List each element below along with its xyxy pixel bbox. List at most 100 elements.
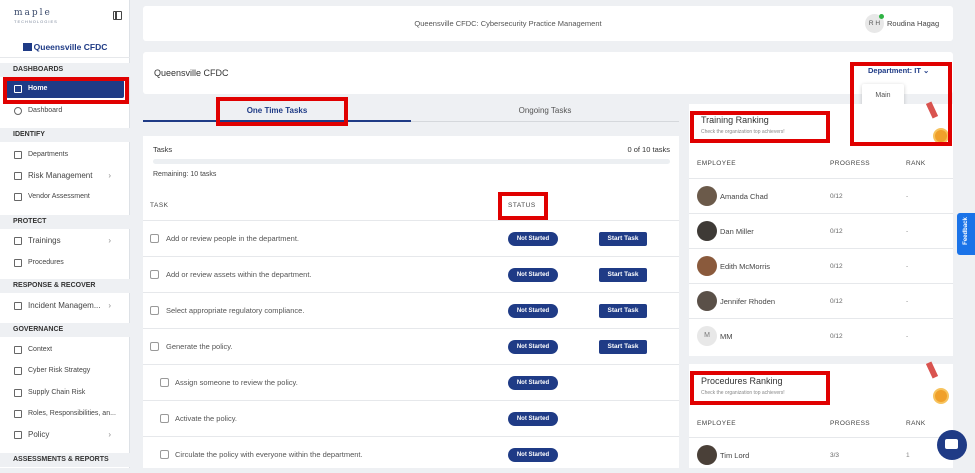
employee-progress: 0/12 [830, 228, 843, 235]
procedures-ranking-title: Procedures Ranking [701, 376, 783, 386]
start-task-button[interactable]: Start Task [599, 340, 647, 354]
sidebar-item-risk-management[interactable]: Risk Management › [0, 166, 130, 186]
list-item: M MM 0/12 - [689, 318, 953, 353]
training-ranking-title: Training Ranking [701, 115, 769, 125]
trainings-icon [14, 237, 22, 245]
tasks-count: 0 of 10 tasks [627, 145, 670, 154]
sidebar-item-label: Trainings [28, 236, 61, 245]
sidebar-item-procedures[interactable]: Procedures [0, 253, 130, 273]
top-bar: Queensville CFDC: Cybersecurity Practice… [143, 6, 953, 41]
context-icon [14, 346, 22, 354]
task-checkbox[interactable] [160, 414, 169, 423]
avatar [697, 186, 717, 206]
procedures-icon [14, 259, 22, 267]
logo: maple [14, 8, 52, 18]
sidebar-item-supply-chain-risk[interactable]: Supply Chain Risk [0, 383, 130, 403]
status-badge: Not Started [508, 304, 558, 318]
column-header-employee: EMPLOYEE [697, 160, 736, 167]
home-icon [14, 85, 22, 93]
list-item: Amanda Chad 0/12 - [689, 178, 953, 213]
sidebar-item-incident-management[interactable]: Incident Managem... › [0, 296, 130, 316]
sidebar-item-context[interactable]: Context [0, 340, 130, 360]
sidebar-item-policy[interactable]: Policy › [0, 425, 130, 445]
page-header: Queensville CFDC [143, 52, 953, 94]
column-header-employee: EMPLOYEE [697, 420, 736, 427]
task-checkbox[interactable] [160, 378, 169, 387]
sidebar-item-roles[interactable]: Roles, Responsibilities, an... [0, 404, 130, 424]
department-selector[interactable]: Department: IT ⌄ [868, 66, 929, 75]
org-name: Queensville CFDC [33, 42, 108, 52]
tasks-remaining: Remaining: 10 tasks [153, 171, 217, 178]
table-row: Add or review assets within the departme… [143, 256, 679, 292]
employee-rank: - [906, 333, 909, 340]
section-governance: GOVERNANCE [0, 323, 130, 337]
chevron-right-icon: › [108, 430, 111, 439]
sidebar-item-label: Dashboard [28, 107, 63, 114]
sidebar-item-trainings[interactable]: Trainings › [0, 231, 130, 251]
page-title: Queensville CFDC [154, 68, 229, 78]
risk-icon [14, 172, 22, 180]
status-badge: Not Started [508, 232, 558, 246]
sidebar-item-label: Supply Chain Risk [28, 389, 86, 396]
start-task-button[interactable]: Start Task [599, 304, 647, 318]
collapse-sidebar-icon[interactable] [113, 11, 122, 20]
task-checkbox[interactable] [150, 342, 159, 351]
start-task-button[interactable]: Start Task [599, 268, 647, 282]
tab-one-time-tasks[interactable]: One Time Tasks [143, 100, 411, 122]
sidebar-item-label: Departments [28, 151, 69, 158]
tasks-card: Tasks 0 of 10 tasks Remaining: 10 tasks … [143, 136, 679, 468]
org-selector[interactable]: Queensville CFDC [0, 36, 130, 58]
user-name[interactable]: Roudina Hagag [887, 6, 939, 41]
app-title: Queensville CFDC: Cybersecurity Practice… [414, 19, 602, 28]
employee-rank: - [906, 193, 909, 200]
logo-subtitle: TECHNOLOGIES [14, 19, 58, 24]
building-icon [22, 43, 32, 51]
table-row: Activate the policy. Not Started [143, 400, 679, 436]
section-response-recover: RESPONSE & RECOVER [0, 279, 130, 293]
tab-ongoing-tasks[interactable]: Ongoing Tasks [411, 100, 679, 122]
table-row: Circulate the policy with everyone withi… [143, 436, 679, 472]
column-header-rank: RANK [906, 160, 926, 167]
table-row: Select appropriate regulatory compliance… [143, 292, 679, 328]
sidebar-item-label: Incident Managem... [28, 301, 101, 310]
sidebar-item-dashboard[interactable]: Dashboard [0, 101, 130, 121]
chat-icon[interactable] [937, 430, 967, 460]
roles-icon [14, 410, 22, 418]
chevron-right-icon: › [108, 171, 111, 180]
section-dashboards: DASHBOARDS [0, 63, 130, 77]
task-checkbox[interactable] [150, 306, 159, 315]
sidebar-item-home[interactable]: Home [6, 80, 124, 98]
department-label: Department: IT [868, 66, 921, 75]
feedback-tab[interactable]: Feedback [957, 213, 975, 255]
task-checkbox[interactable] [150, 234, 159, 243]
sidebar-item-label: Vendor Assessment [28, 193, 90, 200]
sidebar-item-departments[interactable]: Departments [0, 145, 130, 165]
avatar[interactable]: R H [865, 14, 884, 33]
task-text: Add or review people in the department. [166, 234, 299, 243]
training-ranking-subtitle: Check the organization top achievers! [701, 129, 785, 135]
sidebar-item-label: Cyber Risk Strategy [28, 367, 91, 374]
chevron-down-icon: ⌄ [923, 66, 930, 75]
sidebar-item-vendor-assessment[interactable]: Vendor Assessment [0, 187, 130, 207]
status-badge: Not Started [508, 448, 558, 462]
sidebar-item-cyber-risk-strategy[interactable]: Cyber Risk Strategy [0, 361, 130, 381]
sidebar-item-label: Roles, Responsibilities, an... [28, 410, 116, 417]
table-row: Assign someone to review the policy. Not… [143, 364, 679, 400]
sidebar-item-label: Home [28, 85, 48, 92]
status-badge: Not Started [508, 268, 558, 282]
section-assessments-reports: ASSESSMENTS & REPORTS [0, 453, 130, 467]
list-item: Dan Miller 0/12 - [689, 213, 953, 248]
task-text: Select appropriate regulatory compliance… [166, 306, 305, 315]
task-text: Add or review assets within the departme… [166, 270, 312, 279]
employee-rank: - [906, 263, 909, 270]
dropdown-option-main[interactable]: Main [862, 92, 904, 99]
task-checkbox[interactable] [160, 450, 169, 459]
task-checkbox[interactable] [150, 270, 159, 279]
start-task-button[interactable]: Start Task [599, 232, 647, 246]
sidebar: maple TECHNOLOGIES Queensville CFDC DASH… [0, 0, 130, 468]
hierarchy-icon [14, 151, 22, 159]
training-ranking-card: Training Ranking Check the organization … [689, 104, 953, 356]
status-badge: Not Started [508, 412, 558, 426]
task-text: Activate the policy. [175, 414, 237, 423]
column-header-task: TASK [150, 202, 169, 209]
